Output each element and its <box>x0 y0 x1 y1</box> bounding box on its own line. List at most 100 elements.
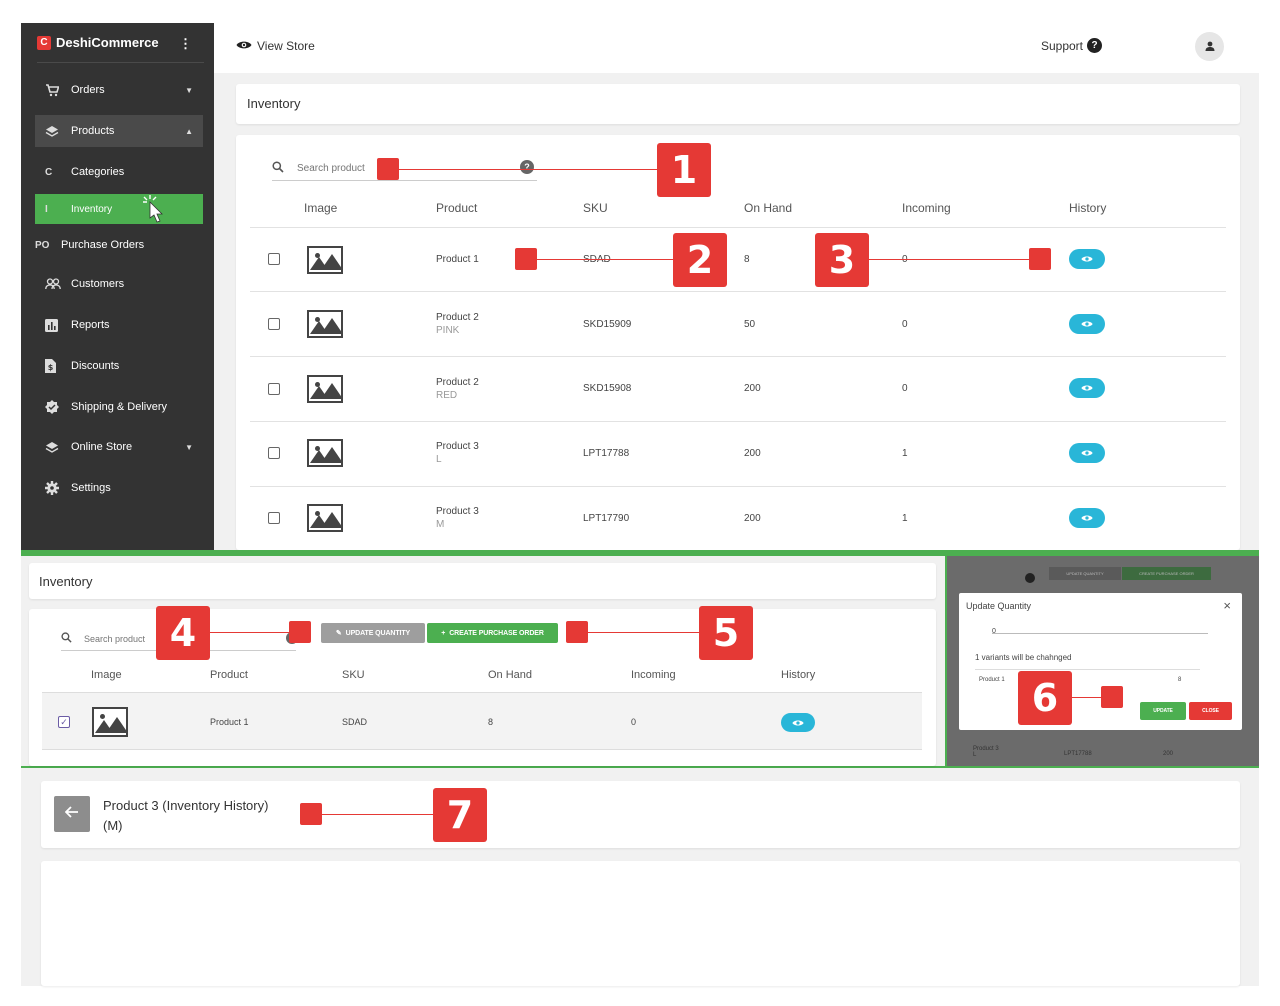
inventory-card <box>236 135 1240 550</box>
sku: LPT17790 <box>583 513 630 524</box>
column-header-product: Product <box>210 669 248 681</box>
sidebar-item-settings[interactable]: Settings <box>35 472 203 504</box>
sidebar-item-label: Orders <box>71 84 105 96</box>
annotation-marker <box>566 621 588 643</box>
sidebar-item-inventory[interactable]: I Inventory <box>35 194 203 224</box>
history-title-line1: Product 3 (Inventory History) <box>103 798 269 813</box>
svg-text:$: $ <box>48 363 54 372</box>
annotation-line <box>537 259 674 260</box>
history-button[interactable] <box>1069 443 1105 463</box>
sidebar-item-products[interactable]: Products ▲ <box>35 115 203 147</box>
avatar[interactable] <box>1195 32 1224 61</box>
help-icon[interactable]: ? <box>520 160 534 174</box>
history-button[interactable] <box>1069 249 1105 269</box>
kebab-icon[interactable]: ⋮ <box>179 36 192 52</box>
gear-icon <box>45 481 71 495</box>
history-header: Product 3 (Inventory History) (M) <box>41 781 1240 848</box>
sidebar-item-label: Categories <box>71 166 125 178</box>
column-header-on-hand: On Hand <box>488 669 533 681</box>
product-variant: M <box>436 519 445 530</box>
pencil-icon: ✎ <box>335 630 342 637</box>
quantity-input[interactable]: 0 <box>992 620 1208 635</box>
row-checkbox-checked[interactable]: ✓ <box>58 716 70 728</box>
cart-icon <box>45 83 71 97</box>
history-button[interactable] <box>1069 378 1105 398</box>
variants-note: 1 variants will be chahnged <box>975 653 1072 662</box>
history-title: Product 3 (Inventory History) (M) <box>103 796 268 836</box>
create-purchase-order-button[interactable]: + CREATE PURCHASE ORDER <box>427 623 558 643</box>
sku: LPT17788 <box>1064 751 1092 757</box>
column-header-on-hand: On Hand <box>744 201 793 215</box>
brand-logo: C <box>37 35 51 50</box>
row-checkbox[interactable] <box>268 447 280 459</box>
on-hand: 50 <box>744 319 756 330</box>
annotation-badge-5: 5 <box>699 606 753 660</box>
eye-icon <box>1081 256 1093 262</box>
arrow-left-icon <box>64 805 79 823</box>
row-checkbox[interactable] <box>268 318 280 330</box>
help-icon: ? <box>1087 38 1102 53</box>
support-link[interactable]: Support ? <box>1041 38 1102 53</box>
annotation-line <box>588 632 699 633</box>
update-quantity-button[interactable]: ✎ UPDATE QUANTITY <box>321 623 425 643</box>
eye-icon <box>1081 515 1093 521</box>
back-button[interactable] <box>54 796 90 832</box>
sidebar-item-orders[interactable]: Orders ▼ <box>35 74 203 106</box>
sku: SKD15908 <box>583 383 632 394</box>
annotation-badge-6: 6 <box>1018 671 1072 725</box>
caret-down-icon: ▼ <box>185 442 193 452</box>
sidebar-item-discounts[interactable]: $ Discounts <box>35 350 203 382</box>
sidebar-item-label: Products <box>71 125 115 137</box>
brand[interactable]: C DeshiCommerce <box>37 35 159 50</box>
product-name: Product 3 M <box>436 506 479 530</box>
page-title: Inventory <box>247 96 301 111</box>
sku: SKD15909 <box>583 319 632 330</box>
divider <box>250 356 1226 357</box>
history-button[interactable] <box>781 713 815 732</box>
on-hand: 200 <box>744 383 761 394</box>
row-checkbox[interactable] <box>268 512 280 524</box>
search-icon <box>272 161 284 176</box>
close-icon[interactable]: × <box>1223 598 1231 613</box>
annotation-marker <box>515 248 537 270</box>
product-name: Product 2 RED <box>436 377 479 401</box>
column-header-sku: SKU <box>342 669 365 681</box>
incoming: 1 <box>902 448 908 459</box>
sidebar-item-customers[interactable]: Customers <box>35 268 203 300</box>
product-variant: RED <box>436 390 458 401</box>
update-quantity-modal: Update Quantity × 0 1 variants will be c… <box>959 593 1242 730</box>
sidebar-item-reports[interactable]: Reports <box>35 309 203 341</box>
product-title: Product 2 <box>436 312 479 323</box>
annotation-marker <box>1029 248 1051 270</box>
close-button[interactable]: CLOSE <box>1189 702 1232 720</box>
on-hand: 200 <box>744 513 761 524</box>
history-button[interactable] <box>1069 314 1105 334</box>
history-button[interactable] <box>1069 508 1105 528</box>
row-checkbox[interactable] <box>268 383 280 395</box>
table-row: ✓ Product 1 SDAD 8 0 <box>42 692 922 750</box>
search-icon <box>61 631 72 646</box>
eye-icon <box>1081 321 1093 327</box>
sidebar-item-online-store[interactable]: Online Store ▼ <box>35 431 203 463</box>
annotation-badge-3: 3 <box>815 233 869 287</box>
sidebar-item-purchase-orders[interactable]: PO Purchase Orders <box>35 229 203 261</box>
quantity-value: 0 <box>992 628 996 635</box>
product-variant: L <box>436 454 442 465</box>
update-button[interactable]: UPDATE <box>1140 702 1186 720</box>
image-placeholder-icon <box>307 375 343 403</box>
view-store-link[interactable]: View Store <box>236 39 315 53</box>
user-icon <box>1205 38 1215 56</box>
sidebar-item-shipping[interactable]: Shipping & Delivery <box>35 391 203 423</box>
caret-down-icon: ▼ <box>185 85 193 95</box>
annotation-marker <box>289 621 311 643</box>
column-header-incoming: Incoming <box>631 669 676 681</box>
help-icon <box>1025 573 1035 583</box>
categories-letter-icon: C <box>45 166 53 178</box>
page-title: Inventory <box>39 574 93 589</box>
image-placeholder-icon <box>307 246 343 274</box>
inventory-letter-icon: I <box>45 203 48 215</box>
sidebar-item-categories[interactable]: C Categories <box>35 156 203 188</box>
row-quantity: 8 <box>1178 677 1182 683</box>
sku: SDAD <box>342 717 368 727</box>
row-checkbox[interactable] <box>268 253 280 265</box>
